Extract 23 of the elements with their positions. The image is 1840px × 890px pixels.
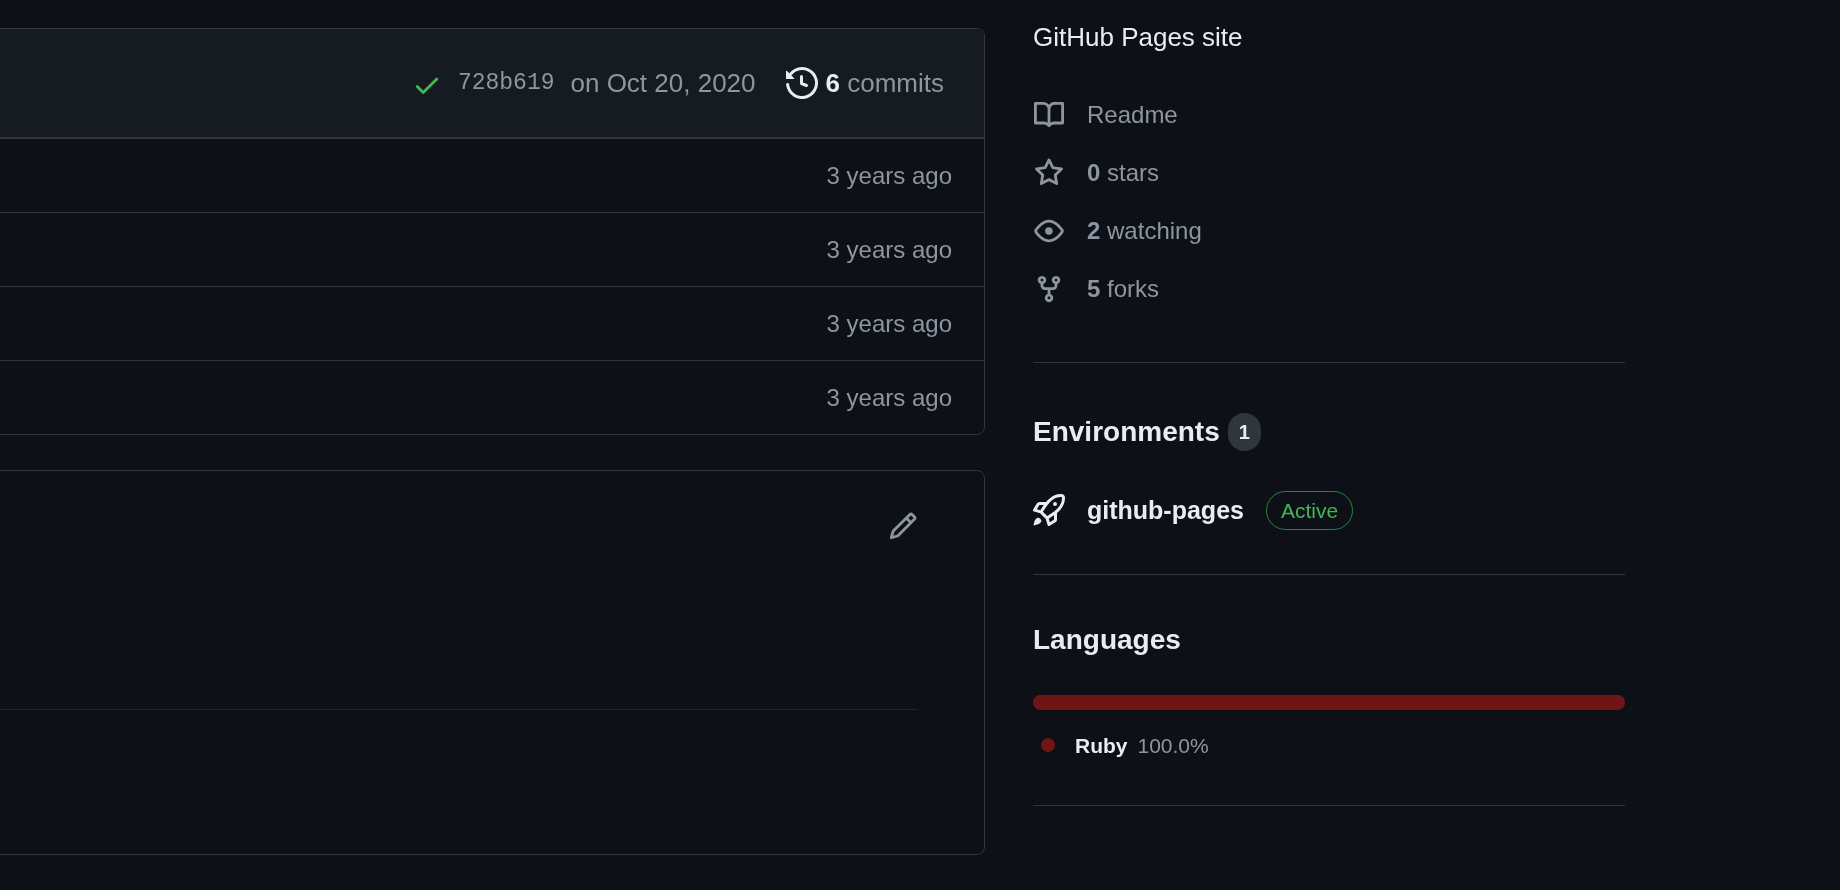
sidebar-link[interactable]: 2 watching: [1033, 201, 1625, 260]
rocket-icon: [1033, 494, 1065, 527]
language-percent: 100.0%: [1137, 732, 1209, 759]
history-icon: [785, 67, 818, 99]
commit-age: 3 years ago: [826, 308, 952, 339]
commit-age: 3 years ago: [826, 160, 952, 191]
sidebar-link[interactable]: Readme: [1033, 85, 1625, 144]
book-icon: [1034, 99, 1064, 130]
section-heading: Environments: [1033, 414, 1220, 449]
commit-age: 3 years ago: [826, 234, 952, 265]
sidebar-link[interactable]: 0 stars: [1033, 143, 1625, 202]
language-name: Ruby: [1075, 732, 1128, 759]
section-heading: Languages: [1033, 623, 1182, 657]
sidebar-link[interactable]: 5 forks: [1033, 259, 1625, 318]
about-description: GitHub Pages site: [1033, 23, 1244, 52]
environment-link[interactable]: github-pages: [1087, 491, 1244, 530]
commit-date: on Oct 20, 2020: [570, 66, 756, 100]
star-icon: [1034, 157, 1064, 188]
count-label: 1: [1227, 412, 1261, 451]
commit-age: 3 years ago: [826, 382, 952, 413]
commit-hash[interactable]: 728b619: [457, 65, 555, 101]
commits-link[interactable]: 6 commits: [785, 63, 944, 103]
edit-icon[interactable]: [888, 511, 918, 541]
